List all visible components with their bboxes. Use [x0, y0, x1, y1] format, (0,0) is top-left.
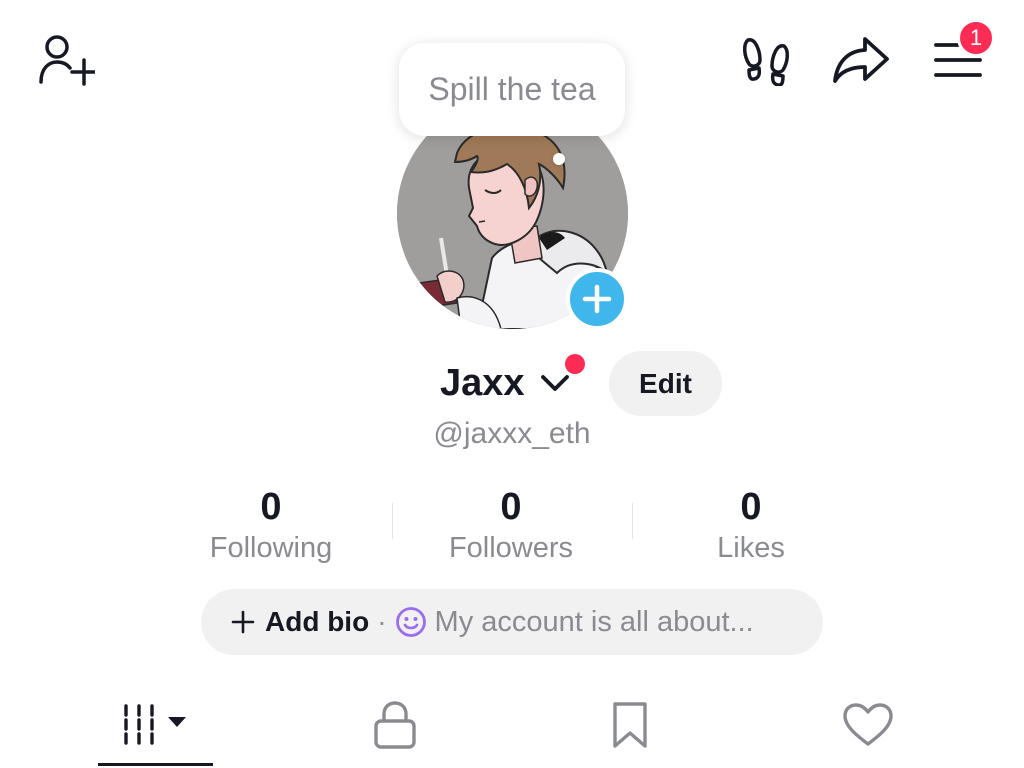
stat-followers[interactable]: 0 Followers: [391, 484, 631, 566]
profile-views-button[interactable]: [735, 32, 797, 88]
following-count: 0: [260, 486, 282, 528]
liked-heart-icon: [843, 703, 893, 746]
status-tooltip[interactable]: Spill the tea: [399, 43, 625, 136]
active-tab-indicator: [98, 763, 213, 766]
smiley-icon: [395, 607, 426, 637]
stat-likes[interactable]: 0 Likes: [631, 484, 871, 566]
tab-private[interactable]: [345, 690, 445, 760]
videos-grid-icon: [123, 704, 186, 745]
add-friend-button[interactable]: [30, 30, 100, 90]
account-switch-dot: [565, 354, 585, 374]
bio-prompt-text: My account is all about...: [434, 605, 754, 638]
following-label: Following: [209, 532, 333, 564]
share-icon: [833, 37, 889, 83]
followers-label: Followers: [448, 532, 574, 564]
add-friend-icon: [39, 35, 95, 86]
tab-favorites[interactable]: [580, 690, 680, 760]
chevron-down-icon[interactable]: [540, 372, 570, 399]
add-bio-label: Add bio: [265, 606, 370, 637]
plus-icon: [231, 610, 255, 634]
notification-badge: 1: [957, 19, 995, 57]
edit-profile-button[interactable]: Edit: [609, 351, 722, 416]
tab-liked[interactable]: [818, 690, 918, 760]
tooltip-text: Spill the tea: [428, 71, 596, 107]
private-lock-icon: [374, 701, 416, 749]
likes-count: 0: [740, 486, 762, 528]
username-handle: @jaxxx_eth: [433, 417, 591, 450]
add-bio-button[interactable]: Add bio · My account is all about...: [201, 589, 823, 655]
add-avatar-button[interactable]: [566, 268, 628, 330]
bio-separator: ·: [377, 606, 387, 637]
tooltip-tail-dot: [553, 153, 565, 165]
likes-label: Likes: [717, 532, 785, 564]
profile-name[interactable]: Jaxx: [440, 358, 525, 408]
favorites-bookmark-icon: [613, 702, 647, 748]
stat-following[interactable]: 0 Following: [151, 484, 391, 566]
plus-icon: [582, 284, 612, 314]
tab-videos[interactable]: [98, 690, 213, 760]
footprints-icon: [743, 38, 789, 86]
followers-count: 0: [500, 486, 522, 528]
share-button[interactable]: [828, 32, 892, 88]
